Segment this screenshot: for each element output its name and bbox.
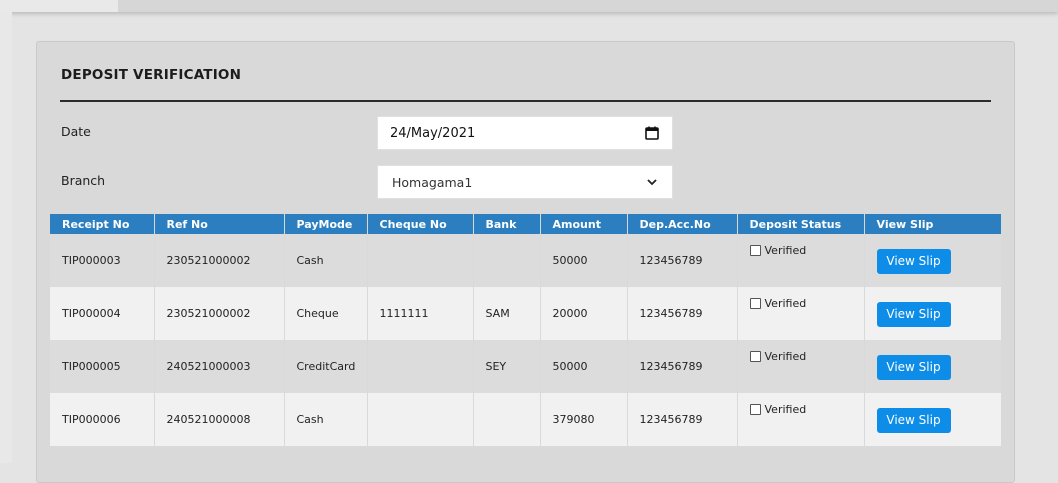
amount-cell: 20000 <box>540 287 628 340</box>
col-bank: Bank <box>473 214 541 234</box>
date-value: 24/May/2021 <box>390 125 476 141</box>
verified-checkbox[interactable] <box>749 245 761 256</box>
amount-cell: 50000 <box>540 340 628 393</box>
col-dep-acc-no: Dep.Acc.No <box>627 214 738 234</box>
pay-mode-cell: Cheque <box>284 287 368 340</box>
verified-checkbox-label[interactable]: Verified <box>749 244 807 257</box>
branch-select[interactable]: Homagama1 <box>377 165 673 199</box>
receipt-no-cell: TIP000004 <box>50 287 155 340</box>
date-label: Date <box>61 124 91 139</box>
view-slip-button[interactable]: View Slip <box>876 248 951 274</box>
top-bar-left <box>0 0 118 12</box>
amount-cell: 379080 <box>540 393 628 446</box>
receipt-no-cell: TIP000006 <box>50 393 155 446</box>
bank-cell: SEY <box>473 340 541 393</box>
dep-acc-no-cell: 123456789 <box>627 340 738 393</box>
verified-label: Verified <box>764 244 807 257</box>
verified-label: Verified <box>764 403 807 416</box>
col-deposit-status: Deposit Status <box>737 214 865 234</box>
deposit-verification-panel: DEPOSIT VERIFICATION Date 24/May/2021 Br… <box>36 41 1015 483</box>
cheque-no-cell: 1111111 <box>367 287 474 340</box>
receipt-no-cell: TIP000003 <box>50 234 155 287</box>
col-amount: Amount <box>540 214 628 234</box>
dep-acc-no-cell: 123456789 <box>627 287 738 340</box>
col-cheque-no: Cheque No <box>367 214 474 234</box>
cheque-no-cell <box>367 393 474 446</box>
cheque-no-cell <box>367 340 474 393</box>
col-receipt-no: Receipt No <box>50 214 155 234</box>
verified-label: Verified <box>764 350 807 363</box>
pay-mode-cell: CreditCard <box>284 340 368 393</box>
cheque-no-cell <box>367 234 474 287</box>
date-input[interactable]: 24/May/2021 <box>377 116 673 150</box>
chevron-down-icon <box>647 179 657 186</box>
table-row: TIP000004 230521000002 Cheque 1111111 SA… <box>50 287 1002 340</box>
deposit-status-cell: Verified <box>737 393 865 446</box>
verified-label: Verified <box>764 297 807 310</box>
col-view-slip: View Slip <box>864 214 1002 234</box>
deposit-status-cell: Verified <box>737 340 865 393</box>
bank-cell: SAM <box>473 287 541 340</box>
ref-no-cell: 240521000008 <box>154 393 285 446</box>
receipt-no-cell: TIP000005 <box>50 340 155 393</box>
ref-no-cell: 230521000002 <box>154 287 285 340</box>
dep-acc-no-cell: 123456789 <box>627 234 738 287</box>
deposit-status-cell: Verified <box>737 287 865 340</box>
view-slip-button[interactable]: View Slip <box>876 407 951 433</box>
verified-checkbox[interactable] <box>749 298 761 309</box>
table-header-row: Receipt No Ref No PayMode Cheque No Bank… <box>50 214 1002 234</box>
pay-mode-cell: Cash <box>284 393 368 446</box>
top-bar <box>0 0 1058 12</box>
verified-checkbox[interactable] <box>749 404 761 415</box>
deposit-table: Receipt No Ref No PayMode Cheque No Bank… <box>50 214 1002 446</box>
branch-label: Branch <box>61 173 106 188</box>
table-row: TIP000005 240521000003 CreditCard SEY 50… <box>50 340 1002 393</box>
view-slip-button[interactable]: View Slip <box>876 354 951 380</box>
view-slip-button[interactable]: View Slip <box>876 301 951 327</box>
bank-cell <box>473 234 541 287</box>
ref-no-cell: 240521000003 <box>154 340 285 393</box>
table-row: TIP000006 240521000008 Cash 379080 12345… <box>50 393 1002 446</box>
verified-checkbox-label[interactable]: Verified <box>749 403 807 416</box>
amount-cell: 50000 <box>540 234 628 287</box>
col-ref-no: Ref No <box>154 214 285 234</box>
dep-acc-no-cell: 123456789 <box>627 393 738 446</box>
verified-checkbox-label[interactable]: Verified <box>749 297 807 310</box>
ref-no-cell: 230521000002 <box>154 234 285 287</box>
view-slip-cell: View Slip <box>864 393 1002 446</box>
deposit-status-cell: Verified <box>737 234 865 287</box>
left-gutter <box>0 12 12 463</box>
table-row: TIP000003 230521000002 Cash 50000 123456… <box>50 234 1002 287</box>
verified-checkbox-label[interactable]: Verified <box>749 350 807 363</box>
bank-cell <box>473 393 541 446</box>
view-slip-cell: View Slip <box>864 234 1002 287</box>
pay-mode-cell: Cash <box>284 234 368 287</box>
title-divider <box>60 100 991 102</box>
view-slip-cell: View Slip <box>864 287 1002 340</box>
panel-title: DEPOSIT VERIFICATION <box>61 67 242 83</box>
verified-checkbox[interactable] <box>749 351 761 362</box>
col-pay-mode: PayMode <box>284 214 368 234</box>
calendar-icon[interactable] <box>644 125 660 141</box>
branch-selected-value: Homagama1 <box>392 174 473 190</box>
view-slip-cell: View Slip <box>864 340 1002 393</box>
